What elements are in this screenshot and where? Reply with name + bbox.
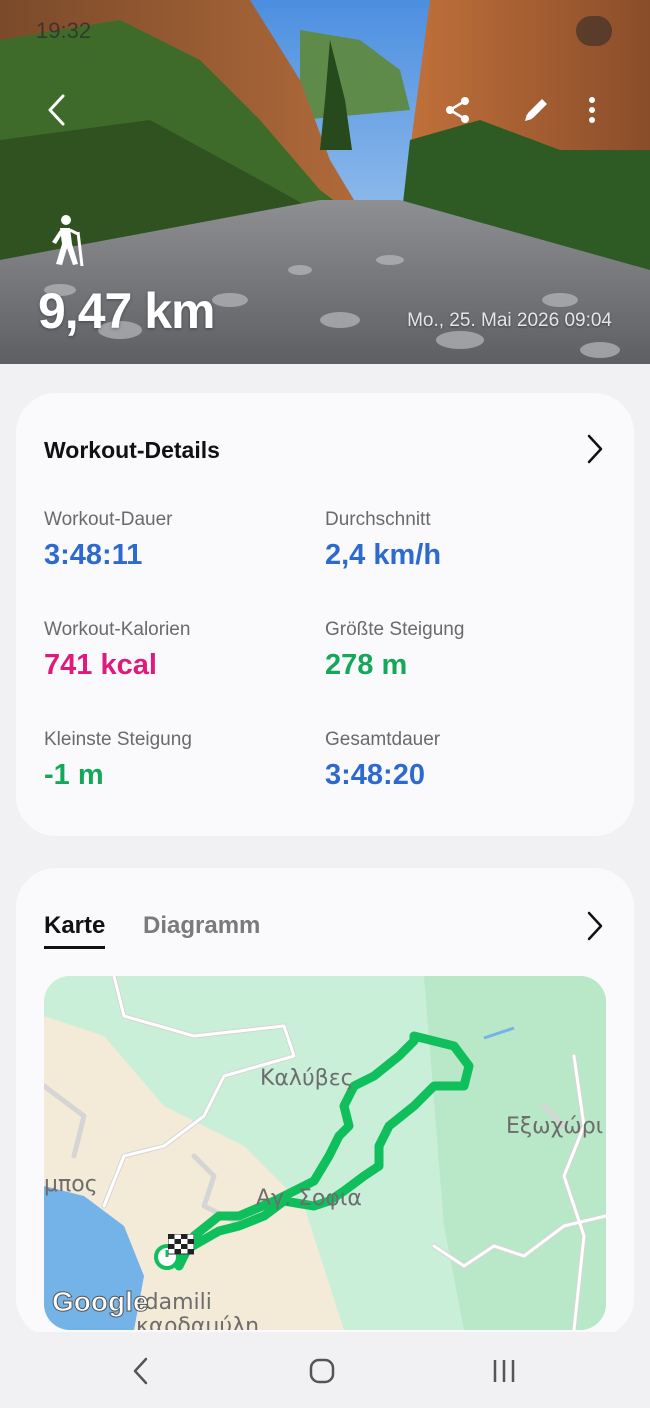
metric-label: Kleinste Steigung (44, 729, 192, 750)
map-label-agia-sofia: Αγ. Σοφια (256, 1186, 362, 1211)
google-logo: Google (51, 1286, 149, 1318)
metric-label: Gesamtdauer (325, 729, 441, 750)
map-label-kalyves: Καλύβες (260, 1066, 354, 1091)
nav-home-icon (309, 1358, 335, 1384)
map-card: Karte Diagramm Καλύβες Εξωχώρι Αγ. Σοφια… (16, 868, 634, 1338)
metric-average-speed: Durchschnitt 2,4 km/h (325, 509, 585, 572)
nav-back-icon (133, 1357, 148, 1385)
status-bar: 19:32 (0, 0, 650, 60)
tab-map[interactable]: Karte (44, 912, 106, 949)
metric-max-elevation: Größte Steigung 278 m (325, 619, 585, 682)
chevron-left-icon (48, 94, 65, 126)
map-label-kardamyli-greek: καρδαμύλη (136, 1314, 260, 1330)
workout-cover-photo: 19:32 9,47 km Mo., 25. Mai 2026 09:04 (0, 0, 650, 364)
metric-workout-calories: Workout-Kalorien 741 kcal (44, 619, 304, 682)
chevron-right-icon[interactable] (586, 910, 604, 942)
map-background (44, 976, 606, 1330)
workout-distance: 9,47 km (38, 283, 215, 339)
metric-value: 741 kcal (44, 649, 157, 681)
metric-total-duration: Gesamtdauer 3:48:20 (325, 729, 585, 792)
metric-value: 2,4 km/h (325, 539, 442, 571)
share-icon (446, 97, 469, 123)
status-time: 19:32 (36, 18, 92, 43)
edit-button[interactable] (514, 88, 558, 132)
hiking-icon (52, 215, 84, 267)
metric-value: -1 m (44, 759, 104, 791)
metric-label: Workout-Kalorien (44, 619, 191, 640)
pencil-icon (525, 99, 547, 121)
system-navigation-bar (0, 1332, 650, 1408)
metric-min-elevation: Kleinste Steigung -1 m (44, 729, 304, 792)
share-button[interactable] (436, 88, 480, 132)
nav-recents-button[interactable] (484, 1354, 524, 1388)
metric-label: Workout-Dauer (44, 509, 173, 530)
status-indicator (576, 16, 612, 46)
metric-label: Durchschnitt (325, 509, 431, 530)
nav-back-button[interactable] (120, 1354, 160, 1388)
more-options-button[interactable] (570, 88, 614, 132)
metric-value: 3:48:11 (44, 539, 143, 571)
metric-value: 278 m (325, 649, 408, 681)
finish-flag-icon (168, 1234, 194, 1255)
map-label-pos: μπος (44, 1172, 98, 1197)
workout-details-card[interactable]: Workout-Details Workout-Dauer 3:48:11 Du… (16, 393, 634, 836)
nav-recents-icon (493, 1360, 515, 1382)
more-vertical-icon (589, 97, 595, 123)
route-map[interactable]: Καλύβες Εξωχώρι Αγ. Σοφια μπος rdamili κ… (44, 976, 606, 1330)
metric-value: 3:48:20 (325, 759, 425, 791)
metric-workout-duration: Workout-Dauer 3:48:11 (44, 509, 304, 572)
tab-chart[interactable]: Diagramm (143, 912, 260, 940)
nav-home-button[interactable] (302, 1354, 342, 1388)
workout-details-title: Workout-Details (44, 437, 220, 463)
workout-date: Mo., 25. Mai 2026 09:04 (407, 310, 612, 331)
chevron-right-icon[interactable] (586, 433, 604, 465)
back-button[interactable] (34, 88, 78, 132)
metric-label: Größte Steigung (325, 619, 465, 640)
map-label-exochori: Εξωχώρι (506, 1114, 604, 1139)
